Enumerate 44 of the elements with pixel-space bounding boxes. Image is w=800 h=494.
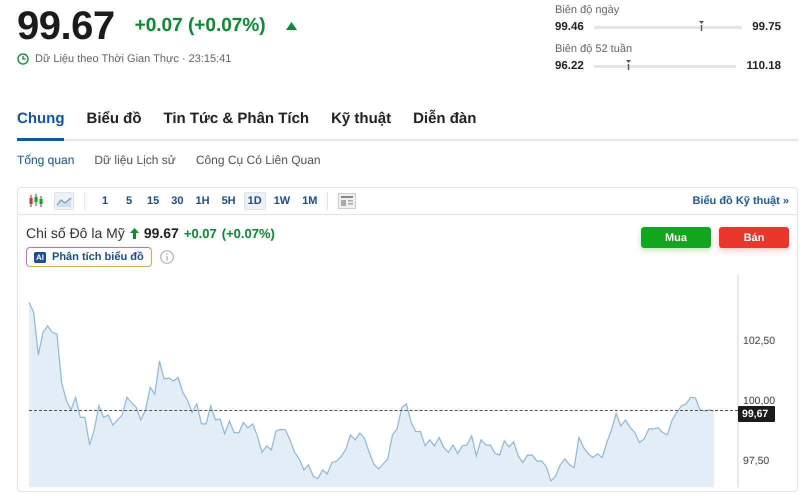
axis-label: 100,00: [743, 394, 776, 407]
interval-button[interactable]: 5H: [218, 192, 240, 210]
clock-icon: [17, 53, 29, 65]
price-label: 99,67: [738, 406, 775, 422]
sub-tab[interactable]: Công Cụ Có Liên Quan: [196, 151, 321, 169]
sub-tab[interactable]: Tổng quan: [17, 151, 74, 169]
range-label: Biên độ 52 tuần: [555, 43, 632, 55]
nav-tab[interactable]: Tin Tức & Phân Tích: [163, 110, 310, 141]
range-high: 99.75: [752, 21, 781, 33]
sub-tab[interactable]: Dữ liệu Lịch sử: [94, 151, 176, 169]
up-triangle-icon: [286, 22, 297, 30]
realtime-status: Dữ Liệu theo Thời Gian Thực · 23:15:41: [35, 53, 232, 65]
axis-label: 102,50: [743, 334, 776, 347]
interval-button[interactable]: 1D: [244, 192, 266, 210]
info-icon[interactable]: [160, 250, 174, 264]
nav-tab[interactable]: Chung: [17, 110, 64, 141]
nav-tab[interactable]: Diễn đàn: [413, 110, 476, 141]
axis-label: 97,50: [743, 455, 770, 467]
interval-button[interactable]: 1: [95, 192, 115, 210]
up-arrow-icon: [130, 228, 139, 238]
range-low: 96.22: [555, 60, 584, 72]
interval-button[interactable]: 30: [167, 192, 188, 210]
instrument-change: +0.07: [184, 226, 217, 240]
price: 99.67: [17, 3, 115, 49]
nav-tab[interactable]: Biểu đồ: [86, 110, 142, 141]
interval-button[interactable]: 15: [143, 192, 164, 210]
interval-button[interactable]: 1H: [192, 192, 214, 210]
interval-button[interactable]: 1M: [298, 192, 322, 210]
candlestick-icon: [28, 194, 44, 208]
interval-button[interactable]: 1W: [270, 192, 294, 210]
range-high: 110.18: [746, 60, 781, 72]
sell-button[interactable]: Bán: [719, 227, 789, 248]
instrument-price: 99.67: [144, 225, 179, 241]
instrument-name: Chi số Đô la Mỹ: [26, 225, 125, 241]
range-low: 99.46: [555, 21, 584, 33]
price-change: +0.07 (+0.07%): [134, 15, 266, 37]
nav-tab[interactable]: Kỹ thuật: [331, 110, 392, 141]
interval-button[interactable]: 5: [119, 192, 139, 210]
instrument-change-percent: (+0.07%): [222, 226, 275, 240]
layout-icon[interactable]: [338, 193, 356, 209]
line-chart-icon: [56, 195, 72, 207]
technical-chart-link[interactable]: Biểu đồ Kỹ thuật »: [692, 195, 789, 207]
range-label: Biên độ ngày: [555, 4, 620, 16]
ai-analysis-button[interactable]: AI Phân tích biểu đồ: [26, 247, 152, 267]
